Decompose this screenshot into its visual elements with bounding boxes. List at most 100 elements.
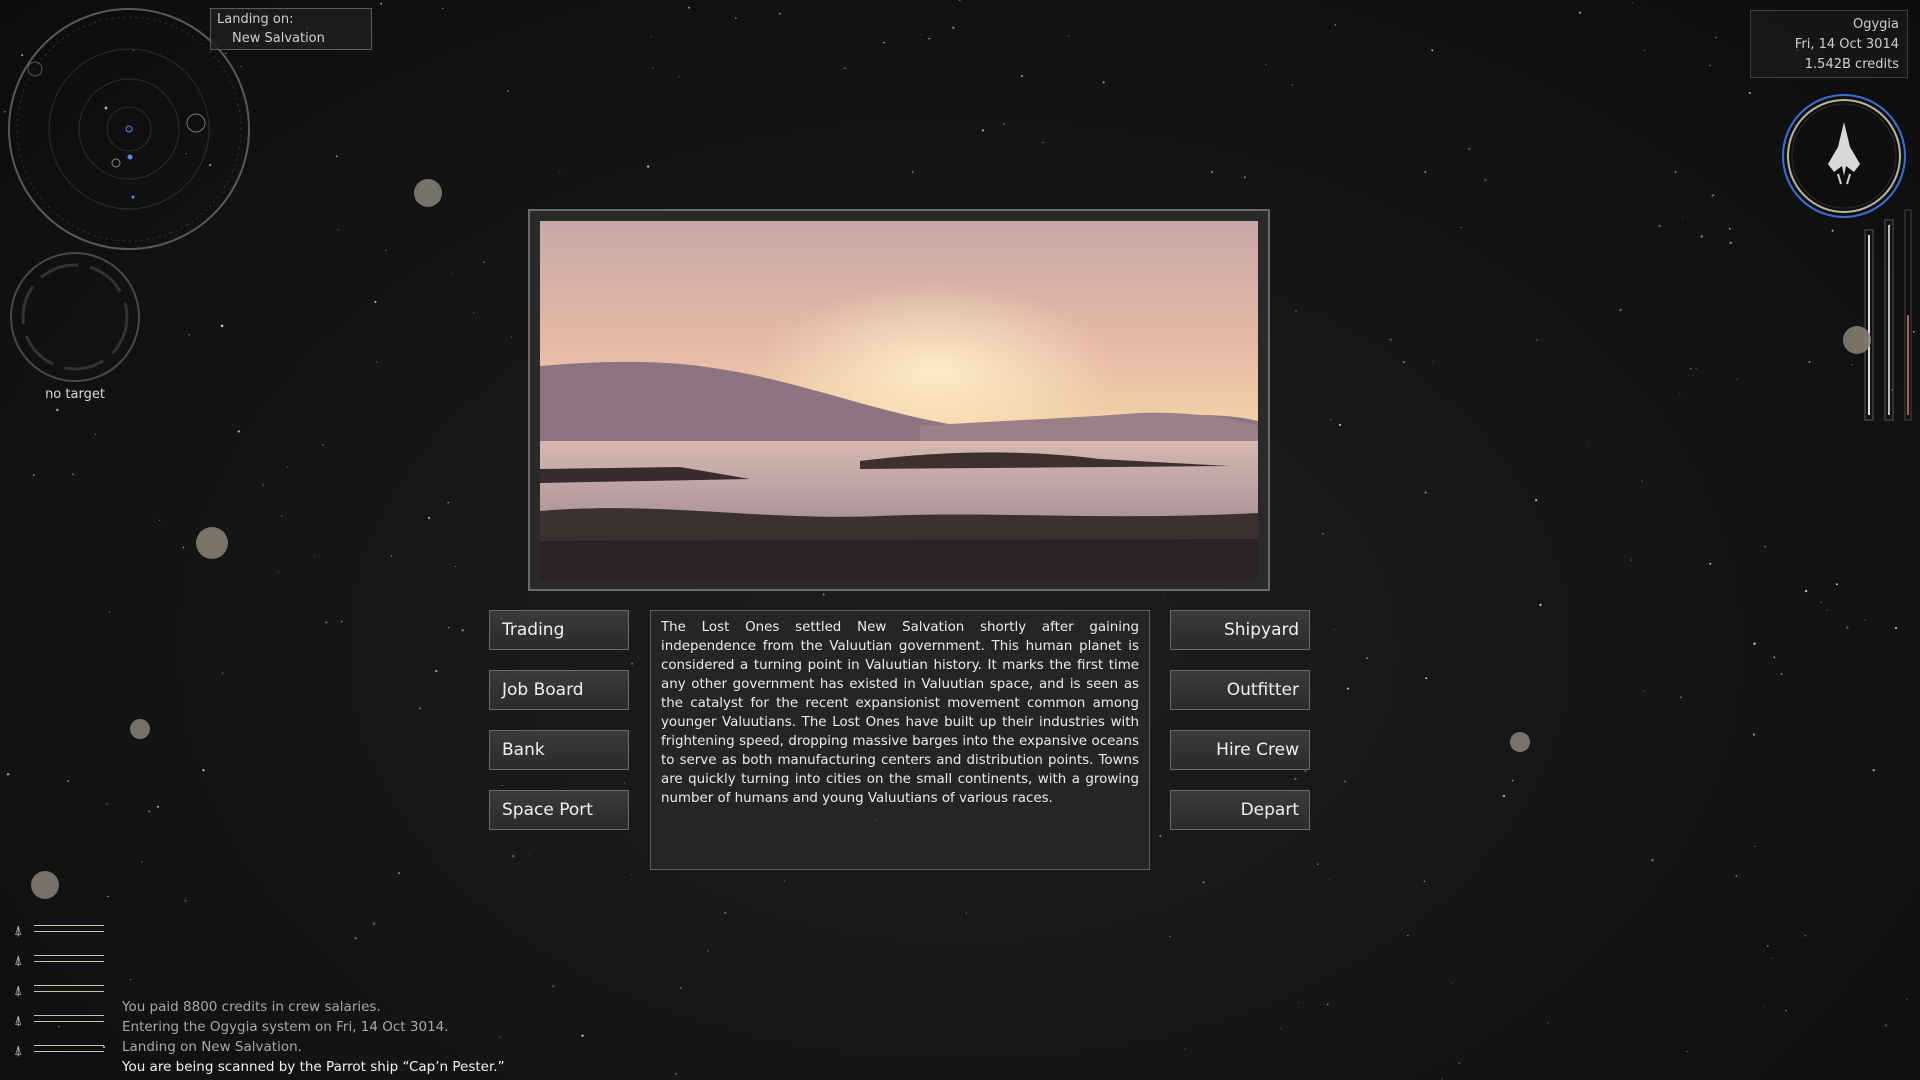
star (1709, 562, 1712, 565)
star (1546, 1021, 1549, 1024)
star (1846, 626, 1849, 629)
star (1753, 642, 1756, 645)
hire-crew-button[interactable]: Hire Crew (1170, 730, 1310, 770)
job-board-button[interactable]: Job Board (489, 670, 629, 710)
ship-icon: ⍋ (14, 923, 23, 939)
star (624, 782, 626, 784)
star (1729, 241, 1732, 244)
ship-icon: ⍋ (14, 983, 23, 999)
star (1709, 64, 1711, 67)
star (32, 474, 35, 477)
star (441, 7, 444, 10)
star (1102, 81, 1105, 84)
star (1329, 418, 1332, 421)
star (1343, 780, 1347, 783)
star (473, 312, 475, 314)
star (1389, 338, 1392, 341)
star (322, 443, 325, 447)
star (107, 895, 109, 898)
star (202, 769, 205, 772)
fleet-ship-status[interactable]: ⍋ (14, 920, 104, 939)
star (1458, 1062, 1460, 1064)
star (1502, 794, 1506, 798)
star (1766, 944, 1769, 948)
star (156, 805, 160, 808)
star (182, 546, 185, 549)
star (447, 501, 449, 504)
bank-button[interactable]: Bank (489, 730, 629, 770)
star (67, 779, 70, 783)
star (1431, 49, 1434, 52)
star (461, 629, 464, 632)
star (325, 621, 328, 624)
star (1211, 171, 1213, 173)
star (1184, 1048, 1186, 1050)
star (454, 566, 456, 568)
fleet-ship-status[interactable]: ⍋ (14, 1040, 104, 1059)
fleet-ship-status[interactable]: ⍋ (14, 950, 104, 969)
star (1467, 147, 1471, 151)
star (184, 899, 187, 902)
planet-description: The Lost Ones settled New Salvation shor… (650, 610, 1150, 870)
star (511, 854, 515, 858)
system-name: Ogygia (1852, 17, 1899, 32)
star (1686, 1050, 1688, 1053)
star (1651, 859, 1654, 862)
star (981, 129, 985, 132)
star (1831, 229, 1834, 232)
star (1715, 36, 1717, 39)
star (1728, 227, 1731, 230)
star (1752, 733, 1755, 736)
star (1658, 224, 1661, 228)
star (1423, 880, 1426, 883)
ship-icon: ⍋ (14, 953, 23, 969)
star (376, 361, 378, 363)
star (1295, 310, 1297, 312)
shield-hull-gauges (1864, 209, 1912, 421)
star (1338, 423, 1342, 427)
star (707, 950, 709, 952)
star (1294, 777, 1297, 781)
star (1680, 696, 1682, 698)
star (1484, 179, 1487, 182)
space-port-button[interactable]: Space Port (489, 790, 629, 830)
star (501, 785, 503, 787)
star (778, 12, 781, 15)
star (72, 473, 74, 476)
star (372, 922, 376, 925)
star (844, 67, 846, 69)
outfitter-button[interactable]: Outfitter (1170, 670, 1310, 710)
fleet-ship-status[interactable]: ⍋ (14, 1010, 104, 1029)
shipyard-button[interactable]: Shipyard (1170, 610, 1310, 650)
star (483, 261, 485, 263)
star (1851, 364, 1853, 366)
star (1244, 176, 1246, 178)
star (1441, 1078, 1444, 1080)
star (447, 626, 450, 629)
star (278, 572, 280, 574)
star (1402, 361, 1405, 364)
star (631, 662, 634, 665)
star (581, 1034, 584, 1037)
star (130, 979, 132, 981)
star (528, 853, 530, 855)
credits-display: 1.542B credits (1804, 57, 1899, 72)
star (237, 430, 240, 433)
star (95, 433, 97, 435)
star (1535, 499, 1538, 502)
landing-label: Landing on: (217, 12, 294, 27)
depart-button[interactable]: Depart (1170, 790, 1310, 830)
star (1304, 769, 1307, 773)
star (262, 483, 265, 486)
star (1169, 935, 1171, 937)
star (6, 773, 10, 776)
message-log: You paid 8800 credits in crew salaries. … (122, 997, 505, 1077)
star (883, 41, 885, 44)
star (1690, 368, 1692, 370)
ship-icon: ⍋ (14, 1013, 23, 1029)
trading-button[interactable]: Trading (489, 610, 629, 650)
star (965, 912, 968, 914)
fleet-ship-status[interactable]: ⍋ (14, 980, 104, 999)
star (1700, 235, 1703, 238)
star (435, 669, 438, 673)
